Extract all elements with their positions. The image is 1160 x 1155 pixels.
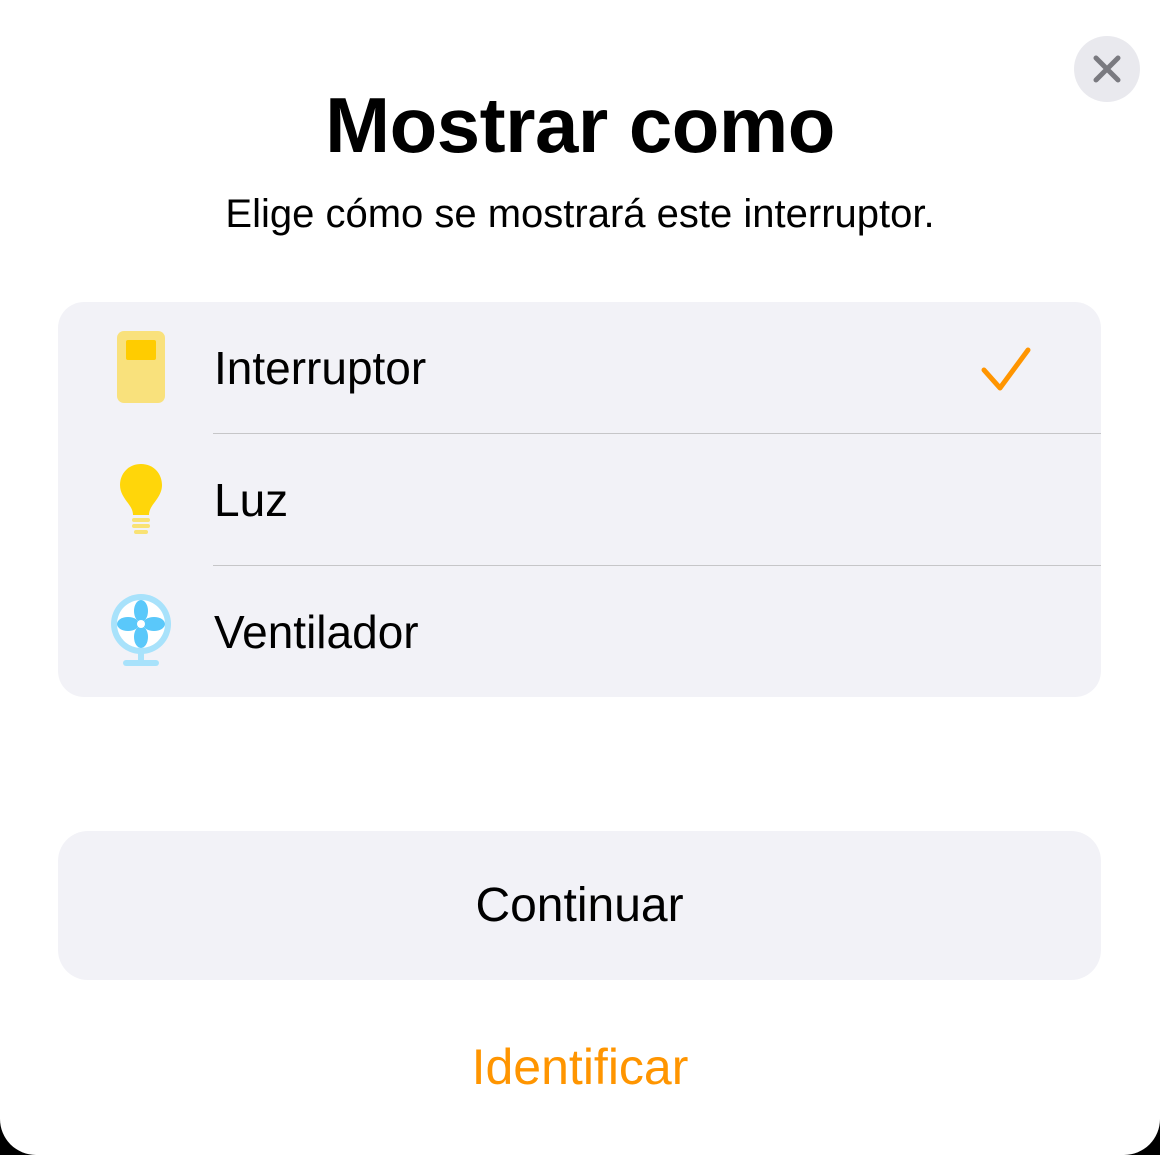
- identify-button[interactable]: Identificar: [0, 1038, 1160, 1096]
- option-label: Luz: [214, 474, 289, 526]
- option-interruptor[interactable]: Interruptor: [58, 302, 1101, 433]
- option-luz[interactable]: Luz: [58, 434, 1101, 565]
- option-label: Ventilador: [214, 606, 419, 658]
- dialog-subtitle: Elige cómo se mostrará este interruptor.: [225, 192, 935, 236]
- option-label: Interruptor: [214, 342, 427, 394]
- dialog-title: Mostrar como: [325, 81, 835, 169]
- fan-icon: [106, 591, 176, 671]
- continue-button[interactable]: Continuar: [58, 831, 1101, 980]
- checkmark-icon: [981, 347, 1031, 391]
- display-options-list: Interruptor Luz Ventilador: [58, 302, 1101, 697]
- display-as-sheet: Mostrar como Elige cómo se mostrará este…: [0, 0, 1160, 1155]
- switch-icon: [106, 327, 176, 407]
- lightbulb-icon: [106, 459, 176, 539]
- option-ventilador[interactable]: Ventilador: [58, 566, 1101, 697]
